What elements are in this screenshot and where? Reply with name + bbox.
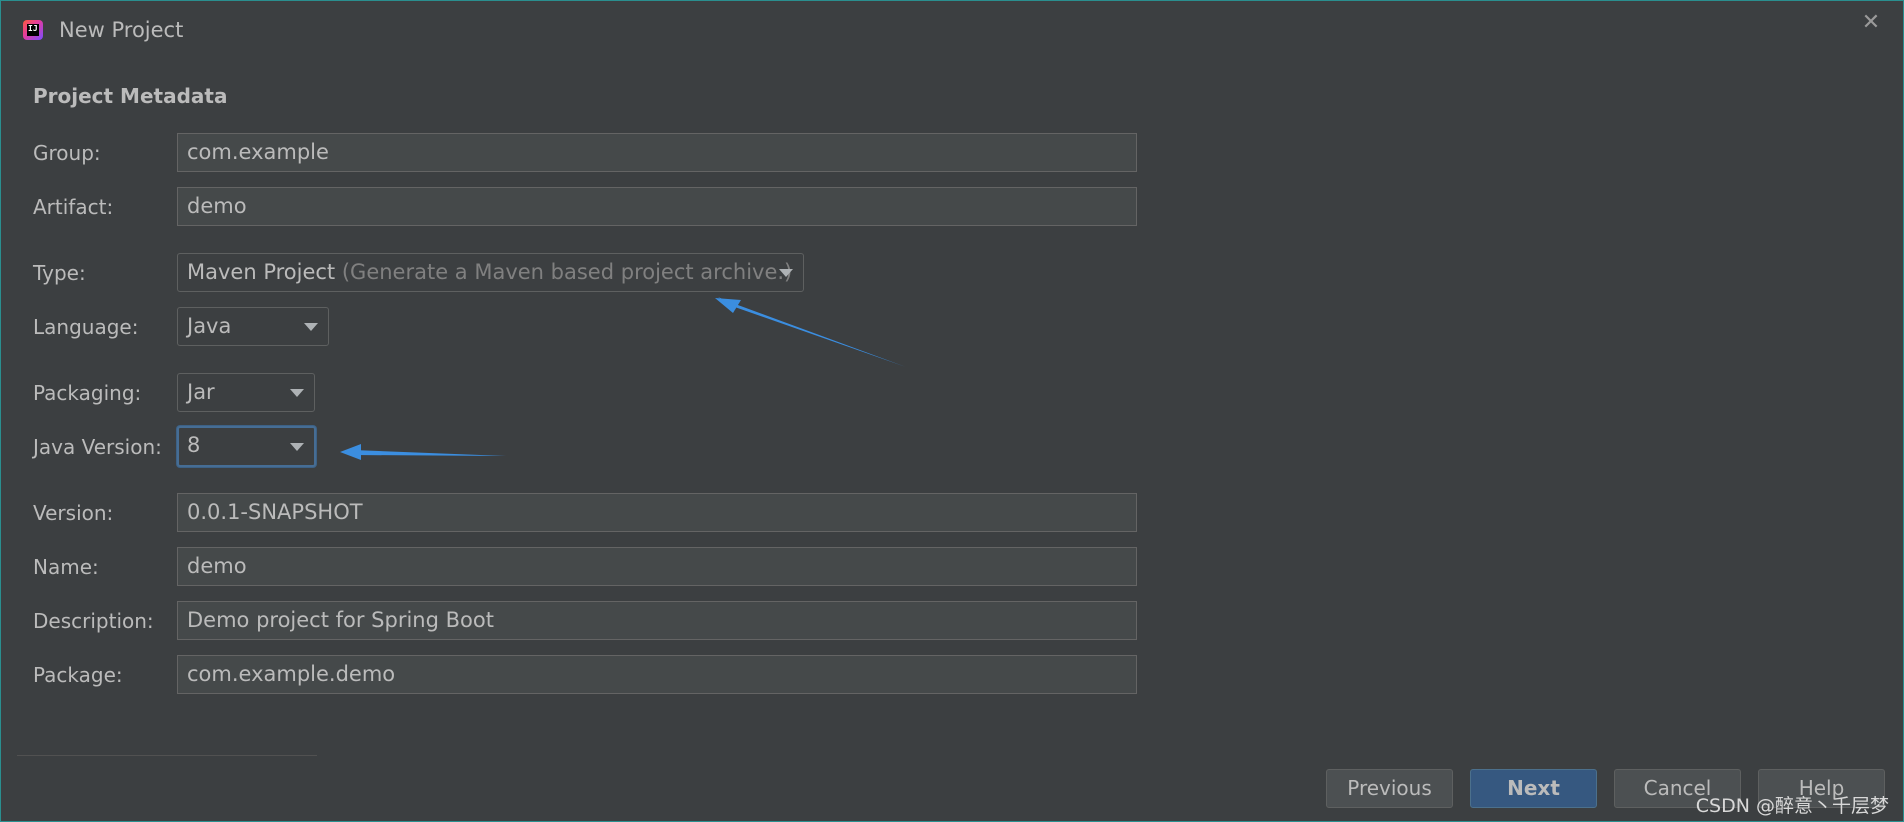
artifact-field[interactable]: demo (177, 187, 1137, 226)
chevron-down-icon (779, 269, 793, 277)
group-field[interactable]: com.example (177, 133, 1137, 172)
java-version-label: Java Version: (33, 435, 162, 459)
type-dropdown[interactable]: Maven Project (Generate a Maven based pr… (177, 253, 804, 292)
package-label: Package: (33, 663, 123, 687)
divider (17, 755, 317, 756)
close-icon[interactable]: ✕ (1857, 9, 1885, 37)
previous-button[interactable]: Previous (1326, 769, 1453, 808)
type-hint: (Generate a Maven based project archive.… (341, 260, 793, 284)
name-label: Name: (33, 555, 99, 579)
next-button[interactable]: Next (1470, 769, 1597, 808)
section-title: Project Metadata (33, 84, 228, 108)
language-dropdown[interactable]: Java (177, 307, 329, 346)
artifact-label: Artifact: (33, 195, 114, 219)
packaging-label: Packaging: (33, 381, 142, 405)
watermark: CSDN @醉意丶千层梦 (1695, 795, 1889, 817)
java-version-annotation-arrow (340, 444, 506, 460)
type-label: Type: (33, 261, 86, 285)
chevron-down-icon (290, 443, 304, 451)
window-title: New Project (59, 18, 184, 42)
chevron-down-icon (304, 323, 318, 331)
package-field[interactable]: com.example.demo (177, 655, 1137, 694)
language-label: Language: (33, 315, 139, 339)
version-field[interactable]: 0.0.1-SNAPSHOT (177, 493, 1137, 532)
name-field[interactable]: demo (177, 547, 1137, 586)
packaging-dropdown[interactable]: Jar (177, 373, 315, 412)
version-label: Version: (33, 501, 114, 525)
title-bar: IJ New Project ✕ (1, 1, 1903, 59)
language-value: Java (187, 314, 232, 338)
new-project-dialog: IJ New Project ✕ Project Metadata Group:… (0, 0, 1904, 822)
intellij-icon: IJ (23, 20, 43, 40)
type-annotation-arrow (715, 297, 906, 367)
type-value: Maven Project (187, 260, 336, 284)
packaging-value: Jar (187, 380, 215, 404)
java-version-dropdown[interactable]: 8 (177, 426, 316, 467)
description-field[interactable]: Demo project for Spring Boot (177, 601, 1137, 640)
group-label: Group: (33, 141, 101, 165)
chevron-down-icon (290, 389, 304, 397)
description-label: Description: (33, 609, 154, 633)
java-version-value: 8 (187, 433, 201, 457)
